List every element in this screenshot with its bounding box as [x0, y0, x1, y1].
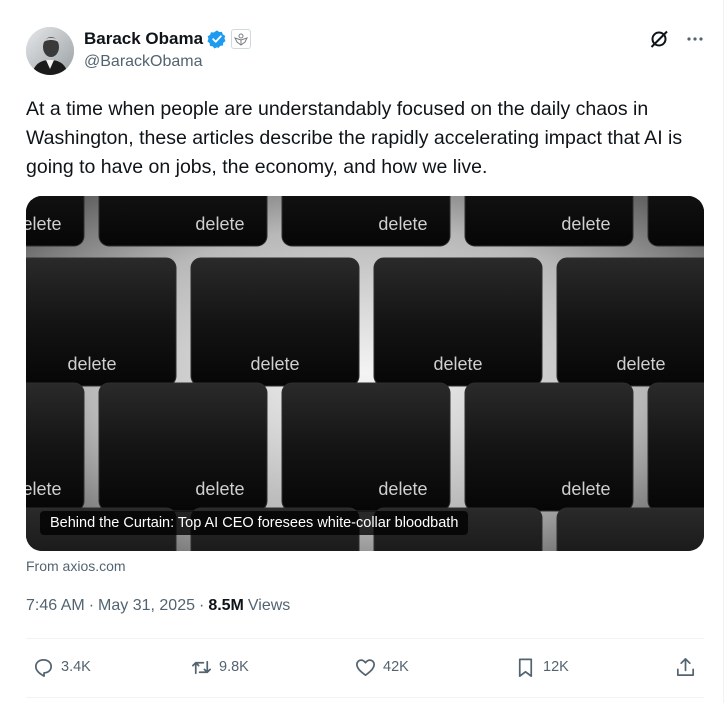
keyboard-key-label: delete — [26, 214, 61, 234]
tweet-time[interactable]: 7:46 AM — [26, 597, 85, 615]
keyboard-key-label: delete — [378, 214, 427, 234]
keyboard-key-label: delete — [378, 479, 427, 499]
share-icon — [676, 657, 695, 676]
bookmark-count: 12K — [543, 659, 569, 675]
keyboard-key-label: delete — [67, 354, 116, 374]
keyboard-key-label: delete — [250, 354, 299, 374]
keyboard-key-label: delete — [195, 479, 244, 499]
keyboard-key — [647, 382, 704, 512]
heart-icon — [356, 658, 375, 676]
keyboard-key-label: delete — [433, 354, 482, 374]
divider — [26, 697, 704, 698]
repost-count: 9.8K — [219, 659, 249, 675]
meta-separator: · — [198, 597, 205, 614]
views-label: Views — [247, 597, 291, 614]
repost-icon — [192, 660, 211, 674]
link-card-caption: Behind the Curtain: Top AI CEO foresees … — [40, 511, 469, 535]
keyboard-key-label: delete — [26, 479, 61, 499]
author-handle[interactable]: @BarackObama — [84, 53, 203, 71]
tweet-meta: 7:46 AM · May 31, 2025 · 8.5M Views — [26, 597, 290, 615]
like-count: 42K — [383, 659, 409, 675]
top-actions — [648, 28, 706, 50]
link-card-media[interactable]: delete delete delete delete delete delete dele… — [26, 196, 704, 551]
keyboard-key-label: delete — [561, 214, 610, 234]
more-options-icon[interactable] — [684, 28, 706, 50]
grok-icon[interactable] — [648, 28, 670, 50]
link-source[interactable]: From axios.com — [26, 558, 126, 574]
author-name[interactable]: Barack Obama — [84, 29, 203, 49]
divider — [26, 638, 704, 639]
repost-button[interactable]: 9.8K — [190, 652, 249, 682]
meta-separator: · — [88, 597, 95, 614]
avatar-image — [26, 27, 74, 75]
verified-checkmark-icon — [207, 29, 227, 49]
avatar[interactable] — [26, 27, 74, 75]
reply-icon — [34, 658, 53, 677]
keyboard-image: delete delete delete delete delete delete dele… — [26, 196, 704, 551]
bookmark-icon — [518, 657, 533, 677]
reply-count: 3.4K — [61, 659, 91, 675]
tweet-date[interactable]: May 31, 2025 — [98, 597, 195, 615]
right-border — [723, 0, 724, 703]
author-row: Barack Obama — [84, 28, 252, 50]
tweet-actions: 3.4K 9.8K 42K 12K — [26, 652, 704, 682]
tweet-text: At a time when people are understandably… — [26, 98, 683, 178]
views-count: 8.5M — [208, 597, 244, 614]
government-seal-icon — [231, 29, 252, 49]
share-button[interactable] — [674, 652, 697, 682]
keyboard-key-label: delete — [561, 479, 610, 499]
bookmark-button[interactable]: 12K — [514, 652, 569, 682]
keyboard-key-label: delete — [616, 354, 665, 374]
keyboard-key-label: delete — [195, 214, 244, 234]
like-button[interactable]: 42K — [354, 652, 409, 682]
keyboard-key — [647, 196, 704, 247]
keyboard-key — [556, 507, 704, 551]
reply-button[interactable]: 3.4K — [32, 652, 91, 682]
